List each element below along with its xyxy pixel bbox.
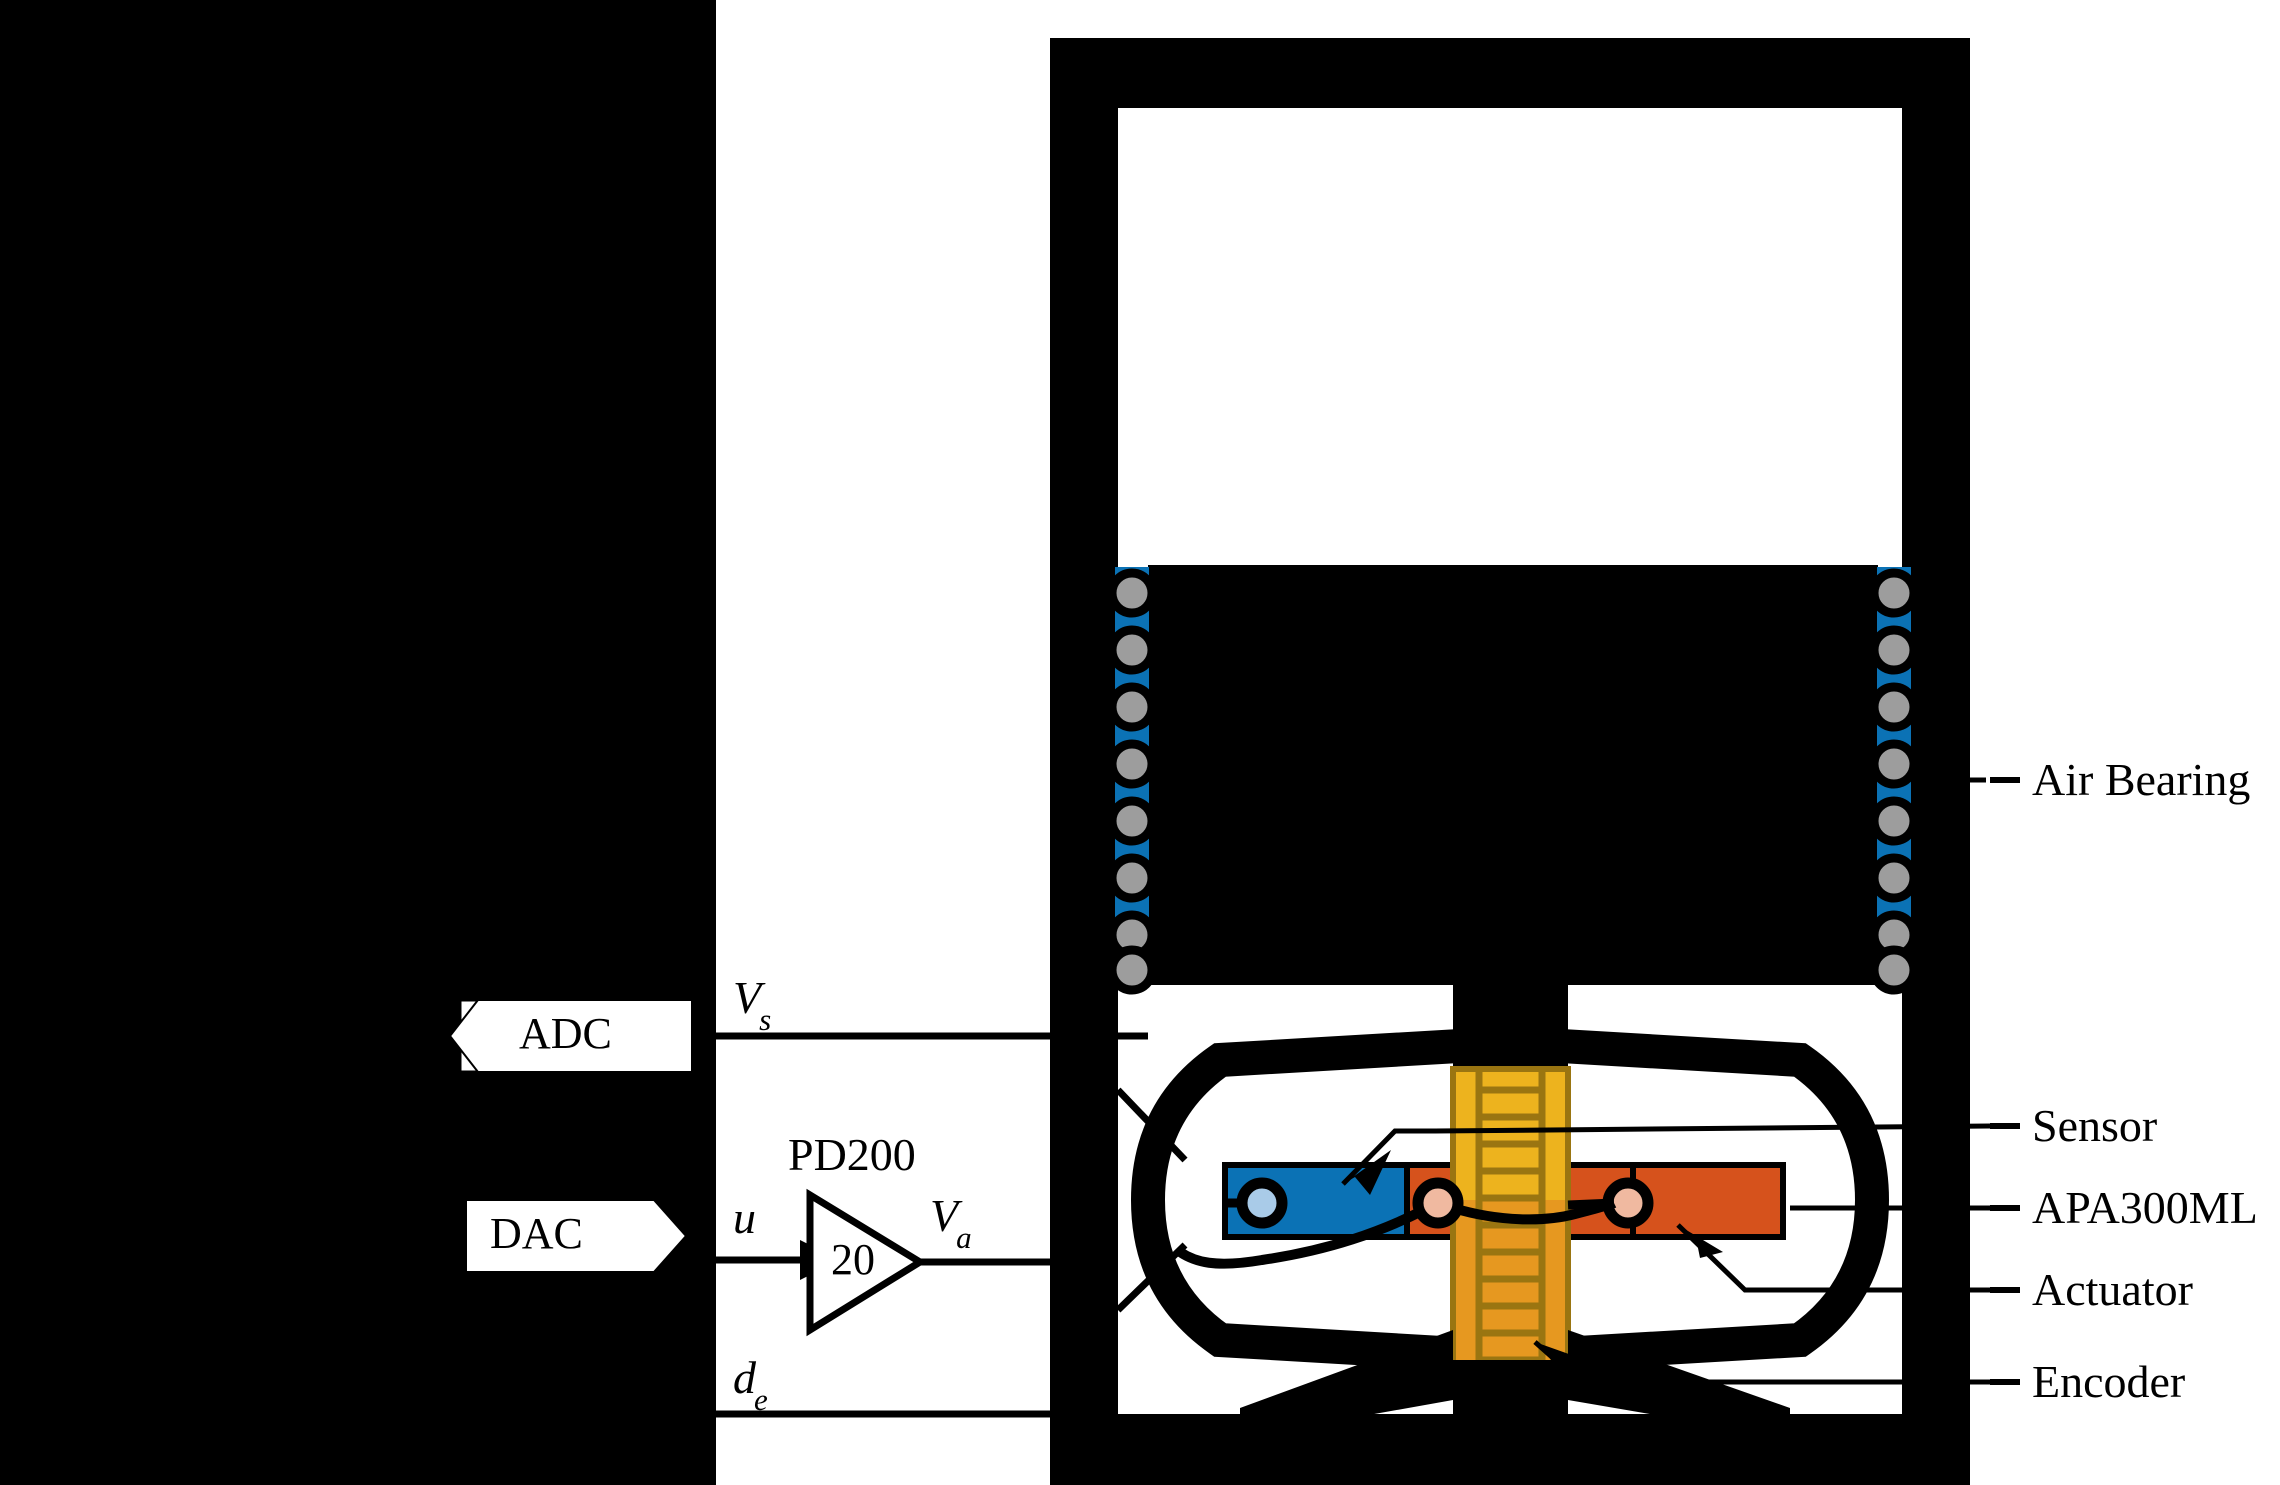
callout-label-sensor: Sensor	[2032, 1100, 2158, 1151]
control-input-label: u	[733, 1195, 756, 1241]
callout-label-apa300ml: APA300ML	[2032, 1182, 2258, 1233]
actuator-voltage-label: Va	[930, 1190, 974, 1254]
encoder-signal-symbol: d	[733, 1352, 756, 1403]
encoder-signal-label: de	[733, 1352, 770, 1416]
amplifier-name-label: PD200	[788, 1129, 916, 1180]
sensor-voltage-label: Vs	[733, 972, 773, 1036]
callout-label-air-bearing: Air Bearing	[2032, 754, 2251, 805]
sensor-voltage-subscript: s	[759, 1002, 772, 1038]
sensor-voltage-symbol: V	[733, 972, 762, 1023]
air-bearing-balls-left	[1107, 568, 1157, 995]
dac-label[interactable]: DAC	[490, 1212, 583, 1256]
actuator-voltage-subscript: a	[956, 1220, 972, 1256]
amplifier-gain-label: 20	[831, 1235, 875, 1284]
frame-top-bar	[1050, 38, 1970, 108]
wire-lead-right	[1567, 1198, 1615, 1210]
adc-label[interactable]: ADC	[519, 1012, 612, 1056]
callout-label-actuator: Actuator	[2032, 1264, 2193, 1315]
callout-dashes	[1990, 777, 2020, 1385]
frame-left-column	[1050, 38, 1118, 1438]
sensor-wire-terminal	[1236, 1177, 1288, 1229]
encoder-center-post	[1453, 1360, 1568, 1440]
control-input-symbol: u	[733, 1192, 756, 1243]
frame-right-column	[1902, 38, 1970, 1438]
actuator-wire-terminal-1	[1412, 1177, 1464, 1229]
actuator-voltage-symbol: V	[930, 1190, 959, 1241]
callout-label-encoder: Encoder	[2032, 1356, 2186, 1407]
schematic-svg	[0, 0, 2020, 1485]
moving-stage-block	[1148, 565, 1878, 985]
actuator-stack-right	[1630, 1162, 1786, 1240]
diagram-canvas: ADC DAC Vs u PD200 20 Va de Air Bearing …	[0, 0, 2280, 1485]
encoder-signal-subscript: e	[754, 1382, 768, 1418]
air-bearing-balls-right	[1869, 568, 1919, 995]
